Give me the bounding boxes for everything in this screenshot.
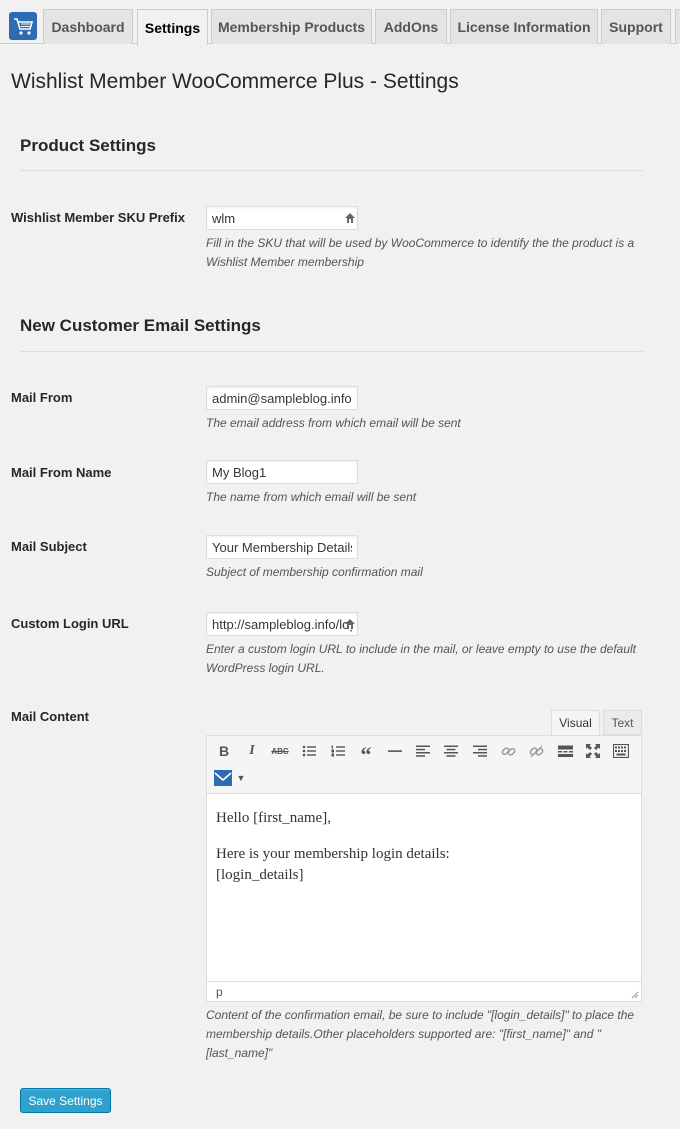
autofill-key-icon[interactable] (344, 212, 356, 224)
product-settings-heading: Product Settings (20, 136, 157, 155)
tab-membership-products[interactable]: Membership Products (211, 9, 372, 44)
custom-login-url-description: Enter a custom login URL to include in t… (206, 642, 637, 675)
custom-login-url-input[interactable] (206, 612, 358, 636)
page-title: Wishlist Member WooCommerce Plus - Setti… (11, 70, 459, 93)
mail-from-name-label: Mail From Name (11, 465, 112, 480)
email-settings-heading: New Customer Email Settings (20, 316, 261, 335)
tab-dashboard[interactable]: Dashboard (43, 9, 133, 44)
divider (20, 351, 643, 352)
blockquote-icon[interactable]: “ (355, 740, 377, 767)
element-path[interactable]: p (216, 985, 223, 999)
italic-icon[interactable]: I (241, 740, 263, 762)
mail-from-label: Mail From (11, 390, 73, 405)
fullscreen-icon[interactable] (582, 740, 604, 762)
mail-from-name-input[interactable] (206, 460, 358, 484)
insert-link-icon[interactable] (497, 740, 519, 762)
email-template-icon[interactable] (213, 767, 233, 789)
tab-addons[interactable]: AddOns (375, 9, 447, 44)
numbered-list-icon[interactable] (327, 740, 349, 762)
bulleted-list-icon[interactable] (298, 740, 320, 762)
bold-icon[interactable]: B (213, 740, 235, 762)
mail-subject-description: Subject of membership confirmation mail (206, 565, 423, 579)
editor-content[interactable]: Hello [first_name], Here is your members… (216, 808, 631, 886)
tab-support[interactable]: Support (601, 9, 671, 44)
nav-tab-bar: Dashboard Settings Membership Products A… (0, 0, 680, 45)
tab-visual[interactable]: Visual (551, 710, 600, 735)
custom-login-url-label: Custom Login URL (11, 616, 129, 631)
editor-statusbar: p (207, 981, 641, 1001)
content-line: [login_details] (216, 867, 304, 883)
save-settings-button[interactable]: Save Settings (20, 1088, 111, 1113)
sku-prefix-input[interactable] (206, 206, 358, 230)
mail-content-editor: B I ABC “ ▼ Hello [first_name], Here is … (206, 735, 642, 1002)
editor-toolbar: B I ABC “ ▼ (207, 736, 641, 794)
tab-settings[interactable]: Settings (137, 9, 208, 45)
cart-logo-icon (9, 12, 37, 40)
mail-from-input[interactable] (206, 386, 358, 410)
mail-content-description: Content of the confirmation email, be su… (206, 1008, 635, 1060)
mail-subject-input[interactable] (206, 535, 358, 559)
resize-handle-icon[interactable] (630, 990, 639, 999)
tab-overflow[interactable] (675, 9, 680, 44)
content-line: Here is your membership login details: (216, 846, 450, 862)
mail-subject-label: Mail Subject (11, 539, 87, 554)
chevron-down-icon[interactable]: ▼ (235, 767, 247, 789)
remove-link-icon[interactable] (525, 740, 547, 762)
mail-content-label: Mail Content (11, 709, 89, 724)
align-center-icon[interactable] (440, 740, 462, 762)
tab-license-information[interactable]: License Information (450, 9, 598, 44)
strikethrough-icon[interactable]: ABC (269, 740, 291, 762)
align-left-icon[interactable] (412, 740, 434, 762)
autofill-key-icon[interactable] (344, 618, 356, 630)
align-right-icon[interactable] (469, 740, 491, 762)
tab-text[interactable]: Text (603, 710, 642, 735)
sku-prefix-description: Fill in the SKU that will be used by Woo… (206, 236, 635, 269)
divider (20, 170, 643, 171)
mail-from-name-description: The name from which email will be sent (206, 490, 417, 504)
sku-prefix-label: Wishlist Member SKU Prefix (11, 210, 185, 225)
read-more-icon[interactable] (554, 740, 576, 762)
toolbar-toggle-icon[interactable] (610, 740, 632, 762)
mail-from-description: The email address from which email will … (206, 416, 461, 430)
horizontal-line-icon[interactable] (384, 740, 406, 762)
content-line: Hello [first_name], (216, 810, 331, 826)
